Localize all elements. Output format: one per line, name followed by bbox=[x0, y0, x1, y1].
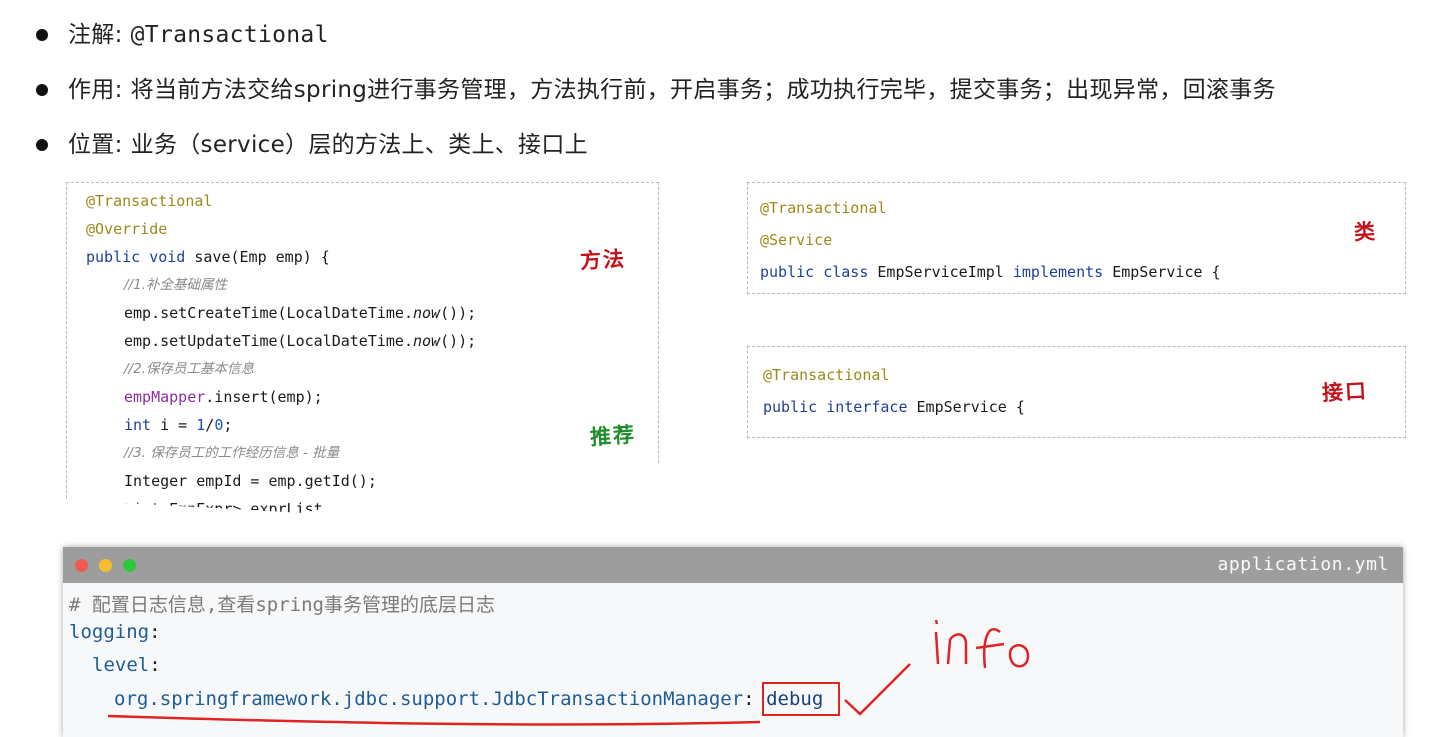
underline-stroke bbox=[107, 714, 761, 726]
checkmark-stroke bbox=[844, 663, 911, 716]
handwritten-note-text: info bbox=[934, 663, 936, 665]
pen-annotations: info bbox=[107, 619, 1030, 726]
handwritten-info-stroke bbox=[934, 619, 1030, 669]
